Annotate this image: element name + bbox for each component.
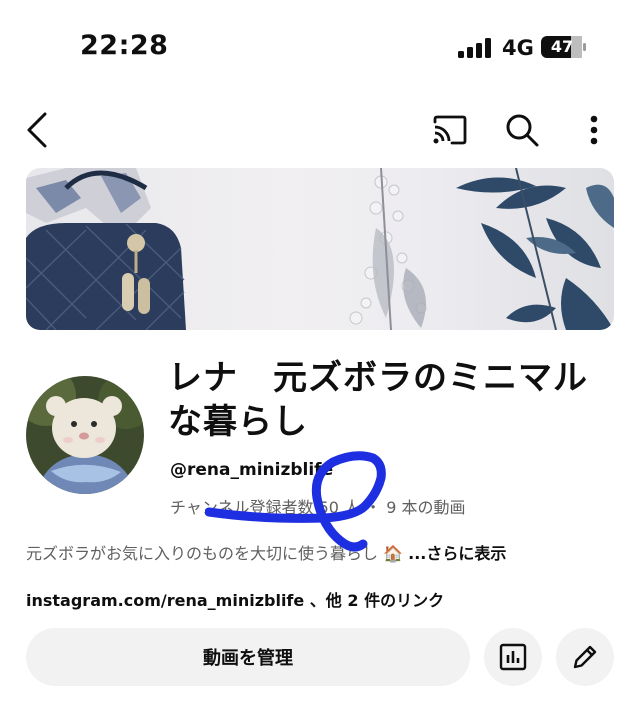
- description-text: 元ズボラがお気に入りのものを大切に使う暮らし 🏠: [26, 544, 409, 563]
- avatar[interactable]: [26, 376, 144, 494]
- edit-channel-button[interactable]: [556, 628, 614, 686]
- network-type: 4G: [502, 36, 534, 60]
- back-button[interactable]: [16, 108, 60, 152]
- avatar-image: [26, 376, 144, 494]
- cast-icon: [433, 115, 467, 145]
- channel-stats: チャンネル登録者数 50 人 ・ 9 本の動画: [170, 498, 466, 517]
- more-vert-icon: [590, 115, 598, 145]
- show-more-link[interactable]: ...さらに表示: [408, 544, 506, 563]
- channel-links[interactable]: instagram.com/rena_minizblife 、他 2 件のリンク: [26, 587, 444, 611]
- more-options-button[interactable]: [572, 108, 616, 152]
- analytics-icon: [499, 643, 527, 671]
- edit-pencil-icon: [573, 645, 597, 669]
- battery-icon: 47: [541, 36, 587, 58]
- banner-image: [26, 168, 614, 330]
- manage-videos-button[interactable]: 動画を管理: [26, 628, 470, 686]
- search-button[interactable]: [500, 108, 544, 152]
- battery-level: 47: [550, 37, 574, 56]
- channel-handle: @rena_minizblife: [170, 460, 334, 480]
- analytics-button[interactable]: [484, 628, 542, 686]
- signal-icon: [458, 38, 491, 58]
- channel-banner: [26, 168, 614, 330]
- channel-description[interactable]: 元ズボラがお気に入りのものを大切に使う暮らし 🏠 ...さらに表示: [26, 540, 506, 564]
- status-time: 22:28: [80, 30, 169, 61]
- channel-name: レナ 元ズボラのミニマルな暮らし: [168, 358, 588, 442]
- search-icon: [506, 114, 539, 147]
- cast-button[interactable]: [428, 108, 472, 152]
- back-arrow-icon: [27, 112, 47, 148]
